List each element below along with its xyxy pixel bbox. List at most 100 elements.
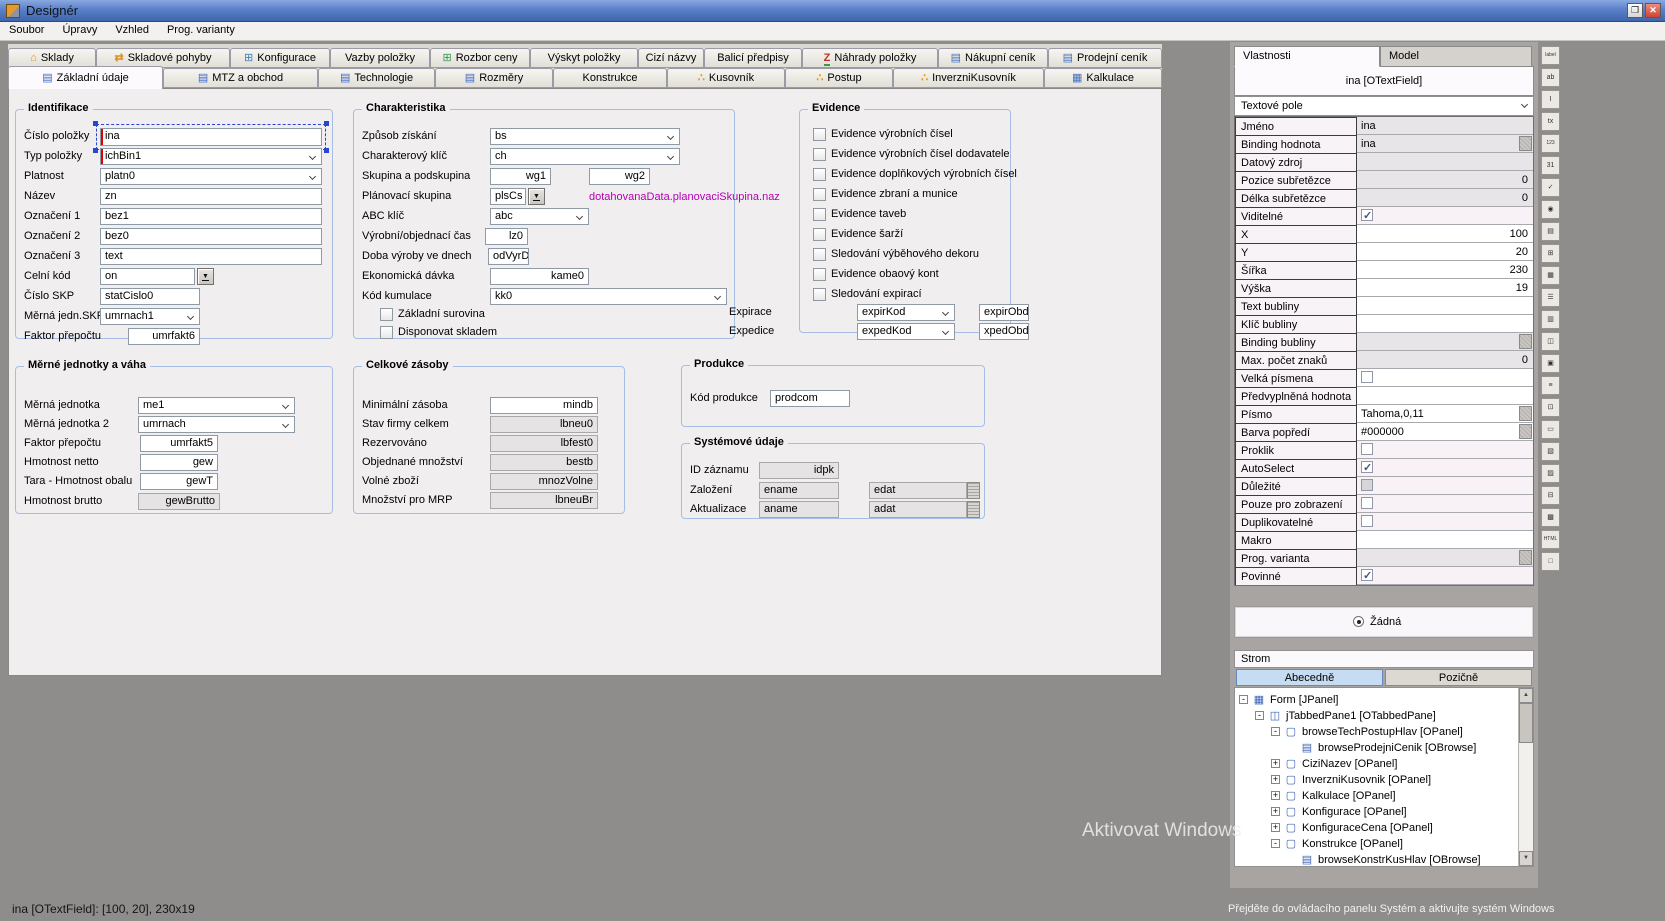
selection-handle[interactable] (324, 121, 329, 126)
palette-tool-menu-bar-icon[interactable]: ☰ (1541, 288, 1560, 307)
tab-ciz-n-zvy[interactable]: Cizí názvy (638, 48, 704, 68)
palette-tool-panel-icon[interactable]: ▥ (1541, 310, 1560, 329)
checkbox-sledov-n-expirac[interactable] (813, 288, 826, 301)
combo-zp-sob-z-sk-n[interactable]: bs (490, 128, 680, 145)
checkbox-icon[interactable] (1361, 371, 1373, 383)
checkbox-checked-icon[interactable] (1361, 461, 1373, 473)
title-bar[interactable]: Designér (0, 0, 1665, 22)
tab-vazby-polo-ky[interactable]: Vazby položky (330, 48, 430, 68)
checkbox-icon[interactable] (1361, 497, 1373, 509)
field-v-robn-objednac-as[interactable]: lz0 (485, 228, 528, 245)
property-value[interactable]: Tahoma,0,11 (1357, 405, 1533, 423)
field-ozna-en-3[interactable]: text (100, 248, 322, 265)
property-label[interactable]: Duplikovatelné (1235, 513, 1357, 532)
tree-row[interactable]: ▤browseProdejniCenik [OBrowse] (1235, 740, 1518, 756)
tab-kalkulace[interactable]: Kalkulace (1044, 68, 1162, 88)
field-zalo-en-2[interactable]: edat (869, 482, 967, 499)
property-label[interactable]: X (1235, 225, 1357, 244)
field-mno-stv-pro-mrp[interactable]: lbneuBr (490, 492, 598, 509)
field-n-zev[interactable]: zn (100, 188, 322, 205)
tab-n-hrady-polo-ky[interactable]: Náhrady položky (802, 48, 938, 68)
tab-postup[interactable]: Postup (785, 68, 893, 88)
palette-tool-grid-icon[interactable]: ⊞ (1541, 244, 1560, 263)
property-label[interactable]: Délka subřetězce (1235, 189, 1357, 208)
tab-prodejn-cen-k[interactable]: Prodejní ceník (1048, 48, 1162, 68)
field-hmotnost-netto[interactable]: gew (140, 454, 218, 471)
calendar-button-icon[interactable] (967, 482, 980, 499)
field-voln-zbo[interactable]: mnozVolne (490, 473, 598, 490)
checkbox-evidence-zbran-a-munice[interactable] (813, 188, 826, 201)
tree-expander-plus-icon[interactable]: + (1271, 759, 1280, 768)
selection-handle[interactable] (93, 148, 98, 153)
field-ozna-en-2[interactable]: bez0 (100, 228, 322, 245)
tree-expander-plus-icon[interactable]: + (1271, 807, 1280, 816)
tree-row[interactable]: ▤browseKonstrKusHlav [OBrowse] (1235, 852, 1518, 867)
field-zalo-en[interactable]: ename (759, 482, 839, 499)
restore-icon[interactable] (1627, 3, 1643, 18)
palette-tool-caret-icon[interactable]: I (1541, 90, 1560, 109)
property-label[interactable]: Barva popředí (1235, 423, 1357, 442)
field-faktor-p-epo-tu[interactable]: umrfakt5 (140, 435, 218, 452)
tree-expander-minus-icon[interactable]: - (1271, 727, 1280, 736)
checkbox-evidence-v-robn-ch-sel[interactable] (813, 128, 826, 141)
tree-expander-minus-icon[interactable]: - (1271, 839, 1280, 848)
field-k-d-produkce[interactable]: prodcom (770, 390, 850, 407)
field-aktualizace[interactable]: aname (759, 501, 839, 518)
property-value[interactable] (1357, 495, 1533, 513)
tab-skladov-pohyby[interactable]: Skladové pohyby (96, 48, 230, 68)
property-value[interactable] (1357, 387, 1533, 405)
property-label[interactable]: Velká písmena (1235, 369, 1357, 388)
palette-tool-check-box-icon[interactable]: ✓ (1541, 178, 1560, 197)
tree-row[interactable]: -▢browseTechPostupHlav [OPanel] (1235, 724, 1518, 740)
property-value[interactable] (1357, 207, 1533, 225)
combo-platnost[interactable]: platn0 (100, 168, 322, 185)
property-label[interactable]: Y (1235, 243, 1357, 262)
dropdown-button-icon[interactable] (528, 188, 545, 205)
field-tara-hmotnost-obalu[interactable]: gewT (140, 473, 218, 490)
checkbox-evidence-ar[interactable] (813, 228, 826, 241)
checkbox-evidence-v-robn-ch-sel-dodavatele[interactable] (813, 148, 826, 161)
combo-abc-kl[interactable]: abc (490, 208, 589, 225)
form-canvas[interactable]: IdentifikaceČíslo položkyinaTyp položkyi… (8, 88, 1162, 676)
property-label[interactable]: Jméno (1235, 117, 1357, 136)
tab-konfigurace[interactable]: Konfigurace (230, 48, 330, 68)
property-label[interactable]: Proklik (1235, 441, 1357, 460)
close-icon[interactable] (1645, 3, 1661, 18)
field-minim-ln-z-soba[interactable]: mindb (490, 397, 598, 414)
property-label[interactable]: Pozice subřetězce (1235, 171, 1357, 190)
tree-row[interactable]: +▢CiziNazev [OPanel] (1235, 756, 1518, 772)
tree-expander-plus-icon[interactable]: + (1271, 775, 1280, 784)
radio-zadna[interactable] (1353, 616, 1364, 627)
field-ekonomick-d-vka[interactable]: kame0 (490, 268, 589, 285)
combo-m-rn-jednotka[interactable]: me1 (138, 397, 295, 414)
field-rezervov-no[interactable]: lbfest0 (490, 435, 598, 452)
ellipsis-button-icon[interactable] (1519, 550, 1532, 565)
combo-m-rn-jedn-skp[interactable]: umrnach1 (100, 308, 200, 325)
property-label[interactable]: Max. počet znaků (1235, 351, 1357, 370)
tab-v-skyt-polo-ky[interactable]: Výskyt položky (530, 48, 638, 68)
combo-expirace[interactable]: expirKod (857, 304, 955, 321)
property-label[interactable]: Důležité (1235, 477, 1357, 496)
tree-scrollbar[interactable]: ▲ ▼ (1518, 688, 1533, 866)
checkbox-icon[interactable] (1361, 479, 1373, 491)
property-value[interactable] (1357, 477, 1533, 495)
combo-m-rn-jednotka-2[interactable]: umrnach (138, 416, 295, 433)
property-label[interactable]: Šířka (1235, 261, 1357, 280)
scrollbar-thumb[interactable] (1519, 703, 1533, 743)
property-value[interactable] (1357, 513, 1533, 531)
combo-expedice[interactable]: expedKod (857, 323, 955, 340)
field-id-z-znamu[interactable]: idpk (759, 462, 839, 479)
combo-k-d-kumulace[interactable]: kk0 (490, 288, 727, 305)
tree-tab-abecedne[interactable]: Abecedně (1236, 669, 1383, 686)
property-value[interactable] (1357, 549, 1533, 567)
tab-model[interactable]: Model (1380, 46, 1532, 67)
tree-row[interactable]: +▢KonfiguraceCena [OPanel] (1235, 820, 1518, 836)
property-label[interactable]: Výška (1235, 279, 1357, 298)
palette-tool-date-field-icon[interactable]: 31 (1541, 156, 1560, 175)
property-label[interactable]: Binding bubliny (1235, 333, 1357, 352)
ellipsis-button-icon[interactable] (1519, 334, 1532, 349)
checkbox-icon[interactable] (1361, 515, 1373, 527)
checkbox-disponovat-skladem[interactable] (380, 326, 393, 339)
palette-tool-button-icon[interactable]: ▣ (1541, 354, 1560, 373)
field-pl-novac-skupina[interactable]: plsCs (490, 188, 526, 205)
